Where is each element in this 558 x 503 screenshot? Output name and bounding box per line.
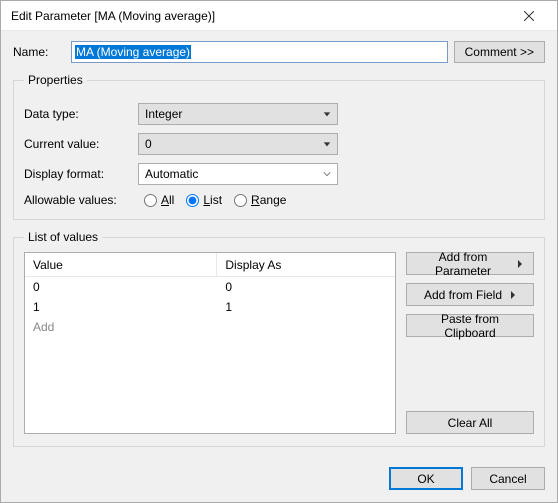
display-format-value: Automatic	[145, 167, 198, 181]
cell-display[interactable]: 1	[217, 300, 395, 314]
radio-all-input[interactable]	[144, 194, 157, 207]
current-value-value: 0	[145, 137, 152, 151]
radio-list-label: List	[203, 194, 222, 206]
col-value-header[interactable]: Value	[25, 253, 217, 276]
cell-value[interactable]: 1	[25, 300, 217, 314]
allowable-values-row: Allowable values: All List Range	[24, 193, 534, 207]
close-icon	[524, 11, 534, 21]
name-input[interactable]: MA (Moving average)	[71, 41, 448, 63]
radio-list[interactable]: List	[186, 194, 222, 207]
radio-range[interactable]: Range	[234, 194, 286, 207]
window-title: Edit Parameter [MA (Moving average)]	[11, 9, 509, 23]
dialog-body: Name: MA (Moving average) Comment >> Pro…	[1, 31, 557, 502]
side-buttons: Add from Parameter Add from Field Paste …	[406, 252, 534, 434]
comment-button[interactable]: Comment >>	[454, 41, 545, 63]
chevron-right-icon	[510, 288, 516, 302]
close-button[interactable]	[509, 2, 549, 30]
list-of-values-legend: List of values	[24, 230, 102, 244]
chevron-down-icon	[323, 167, 331, 181]
current-value-label: Current value:	[24, 137, 138, 151]
add-from-parameter-button[interactable]: Add from Parameter	[406, 252, 534, 275]
current-value-row: Current value: 0	[24, 133, 534, 155]
add-placeholder[interactable]: Add	[25, 320, 217, 334]
data-type-value: Integer	[145, 107, 182, 121]
properties-group: Properties Data type: Integer Current va…	[13, 73, 545, 220]
radio-range-label: Range	[251, 194, 286, 206]
cell-value[interactable]: 0	[25, 280, 217, 294]
properties-legend: Properties	[24, 73, 87, 87]
ok-button[interactable]: OK	[389, 467, 463, 490]
display-format-combo[interactable]: Automatic	[138, 163, 338, 185]
display-format-label: Display format:	[24, 167, 138, 181]
grid-header: Value Display As	[25, 253, 395, 277]
table-row[interactable]: 00	[25, 277, 395, 297]
cell-display[interactable]: 0	[217, 280, 395, 294]
add-from-parameter-label: Add from Parameter	[417, 250, 509, 278]
dialog-window: Edit Parameter [MA (Moving average)] Nam…	[0, 0, 558, 503]
dialog-footer: OK Cancel	[13, 457, 545, 490]
radio-all[interactable]: All	[144, 194, 174, 207]
chevron-right-icon	[517, 257, 523, 271]
list-body: Value Display As 0011Add Add from Parame…	[24, 252, 534, 434]
add-from-field-label: Add from Field	[424, 288, 502, 302]
radio-list-input[interactable]	[186, 194, 199, 207]
clear-all-label: Clear All	[448, 416, 493, 430]
spacer	[406, 345, 534, 403]
paste-from-clipboard-button[interactable]: Paste from Clipboard	[406, 314, 534, 337]
data-type-row: Data type: Integer	[24, 103, 534, 125]
chevron-down-icon	[323, 137, 331, 151]
cancel-button[interactable]: Cancel	[471, 467, 545, 490]
allowable-values-label: Allowable values:	[24, 193, 132, 207]
name-row: Name: MA (Moving average) Comment >>	[13, 41, 545, 63]
grid-rows: 0011Add	[25, 277, 395, 433]
table-row[interactable]: 11	[25, 297, 395, 317]
name-label: Name:	[13, 45, 65, 59]
values-grid[interactable]: Value Display As 0011Add	[24, 252, 396, 434]
radio-all-label: All	[161, 194, 174, 206]
current-value-combo[interactable]: 0	[138, 133, 338, 155]
display-format-row: Display format: Automatic	[24, 163, 534, 185]
data-type-combo[interactable]: Integer	[138, 103, 338, 125]
add-from-field-button[interactable]: Add from Field	[406, 283, 534, 306]
add-row[interactable]: Add	[25, 317, 395, 337]
clear-all-button[interactable]: Clear All	[406, 411, 534, 434]
radio-range-input[interactable]	[234, 194, 247, 207]
titlebar: Edit Parameter [MA (Moving average)]	[1, 1, 557, 31]
name-input-value: MA (Moving average)	[75, 45, 191, 59]
paste-from-clipboard-label: Paste from Clipboard	[417, 312, 523, 340]
col-display-header[interactable]: Display As	[217, 253, 395, 276]
data-type-label: Data type:	[24, 107, 138, 121]
list-of-values-group: List of values Value Display As 0011Add …	[13, 230, 545, 447]
chevron-down-icon	[323, 107, 331, 121]
